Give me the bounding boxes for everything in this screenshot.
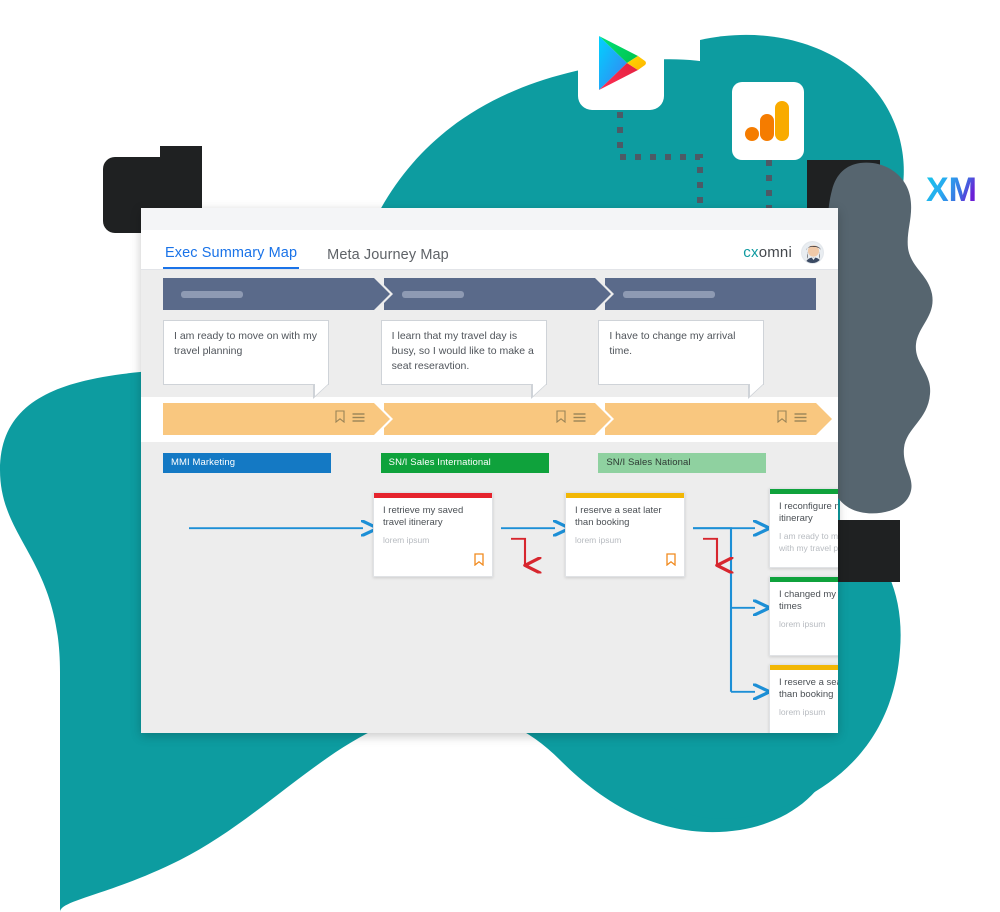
brand-suffix: omni xyxy=(758,244,792,261)
screenshot-root: XM Exec Summary Map Meta Journey Map cxo… xyxy=(0,0,1000,912)
quote-bubble-1: I am ready to move on with my travel pla… xyxy=(163,320,329,399)
card-title: I changed my travel times xyxy=(779,588,838,613)
card-body: I reconfigure my travel itinerary I am r… xyxy=(770,494,838,567)
blue-flow-arrows xyxy=(189,526,838,691)
stage-chevron-row xyxy=(163,278,816,310)
orange-chevron-3[interactable] xyxy=(605,402,832,435)
stage-chevron-band xyxy=(141,270,838,310)
stage-placeholder-bar xyxy=(623,290,715,298)
google-play-store-icon[interactable] xyxy=(578,16,664,110)
xm-logo-text: XM xyxy=(926,171,977,209)
brand-prefix: cx xyxy=(743,244,759,261)
orange-chevron-band xyxy=(141,396,838,442)
hamburger-menu-icon[interactable] xyxy=(794,410,807,428)
lane-cell-2: SN/I Sales International xyxy=(380,452,599,473)
lane-cell-1: MMI Marketing xyxy=(163,452,381,473)
quote-bubble-3: I have to change my arrival time. xyxy=(598,320,765,399)
window-titlebar xyxy=(141,208,838,230)
app-header: Exec Summary Map Meta Journey Map cxomni xyxy=(141,230,838,270)
tab-meta-journey-map[interactable]: Meta Journey Map xyxy=(325,247,451,269)
lane-chip-sni-sales-international[interactable]: SN/I Sales International xyxy=(380,452,549,473)
lane-label-row: MMI Marketing SN/I Sales International S… xyxy=(141,441,838,484)
card-subtitle: lorem ipsum xyxy=(779,619,826,630)
tab-exec-summary-map[interactable]: Exec Summary Map xyxy=(163,245,300,269)
card-title: I reserve a seat later than booking xyxy=(779,676,838,701)
card-subtitle: I am ready to move on with my travel pla… xyxy=(779,531,838,553)
avatar[interactable] xyxy=(801,241,824,264)
play-store-glyph xyxy=(599,36,646,90)
lane-cell-3: SN/I Sales National xyxy=(598,452,816,473)
card-subtitle: lorem ipsum xyxy=(575,535,622,546)
bookmark-icon[interactable] xyxy=(335,410,345,428)
quote-row: I am ready to move on with my travel pla… xyxy=(141,310,838,399)
card-reserve-seat-1[interactable]: I reserve a seat later than booking lore… xyxy=(565,491,685,577)
cxomni-logo: cxomni xyxy=(743,244,792,261)
bookmark-icon[interactable] xyxy=(666,553,676,571)
dark-shape-right-bottom xyxy=(838,520,900,582)
quote-bubble-2: I learn that my travel day is busy, so I… xyxy=(380,320,547,399)
quote-cell-3: I have to change my arrival time. xyxy=(598,320,816,399)
card-body: I reserve a seat later than booking lore… xyxy=(770,670,838,733)
xm-logo: XM xyxy=(926,171,977,209)
orange-chevron-1[interactable] xyxy=(163,402,393,435)
hamburger-menu-icon[interactable] xyxy=(573,410,586,428)
bookmark-icon[interactable] xyxy=(474,553,484,571)
quote-cell-1: I am ready to move on with my travel pla… xyxy=(163,320,381,399)
card-body: I reserve a seat later than booking lore… xyxy=(566,498,684,576)
stage-placeholder-bar xyxy=(181,290,243,298)
card-reconfigure-itinerary[interactable]: I reconfigure my travel itinerary I am r… xyxy=(769,487,838,568)
bookmark-icon[interactable] xyxy=(777,410,787,428)
app-window: Exec Summary Map Meta Journey Map cxomni xyxy=(141,208,838,733)
lane-chip-sni-sales-national[interactable]: SN/I Sales National xyxy=(598,452,767,473)
lane-chip-mmi-marketing[interactable]: MMI Marketing xyxy=(163,452,331,473)
orange-chevron-2[interactable] xyxy=(384,402,614,435)
stage-placeholder-bar xyxy=(402,290,464,298)
card-retrieve-itinerary[interactable]: I retrieve my saved travel itinerary lor… xyxy=(373,491,493,577)
card-body: I changed my travel times lorem ipsum xyxy=(770,582,838,655)
analytics-glyph xyxy=(745,101,789,141)
stage-chevron-3[interactable] xyxy=(605,278,816,310)
dark-chip-left-extend xyxy=(160,146,202,214)
card-subtitle: lorem ipsum xyxy=(779,707,826,718)
card-title: I reserve a seat later than booking xyxy=(575,504,662,529)
card-subtitle: lorem ipsum xyxy=(383,535,430,546)
hamburger-menu-icon[interactable] xyxy=(352,410,365,428)
stage-chevron-2[interactable] xyxy=(384,278,614,310)
journey-board: I retrieve my saved travel itinerary lor… xyxy=(141,483,838,733)
card-body: I retrieve my saved travel itinerary lor… xyxy=(374,498,492,576)
avatar-image xyxy=(802,242,823,263)
card-title: I reconfigure my travel itinerary xyxy=(779,500,838,525)
card-changed-travel-times[interactable]: I changed my travel times lorem ipsum xyxy=(769,575,838,656)
stage-chevron-1[interactable] xyxy=(163,278,393,310)
google-analytics-icon[interactable] xyxy=(732,82,804,160)
brand-block: cxomni xyxy=(743,241,824,269)
card-title: I retrieve my saved travel itinerary xyxy=(383,504,464,529)
card-reserve-seat-2[interactable]: I reserve a seat later than booking lore… xyxy=(769,663,838,733)
bookmark-icon[interactable] xyxy=(556,410,566,428)
quote-cell-2: I learn that my travel day is busy, so I… xyxy=(380,320,599,399)
orange-chevron-row xyxy=(163,402,832,435)
